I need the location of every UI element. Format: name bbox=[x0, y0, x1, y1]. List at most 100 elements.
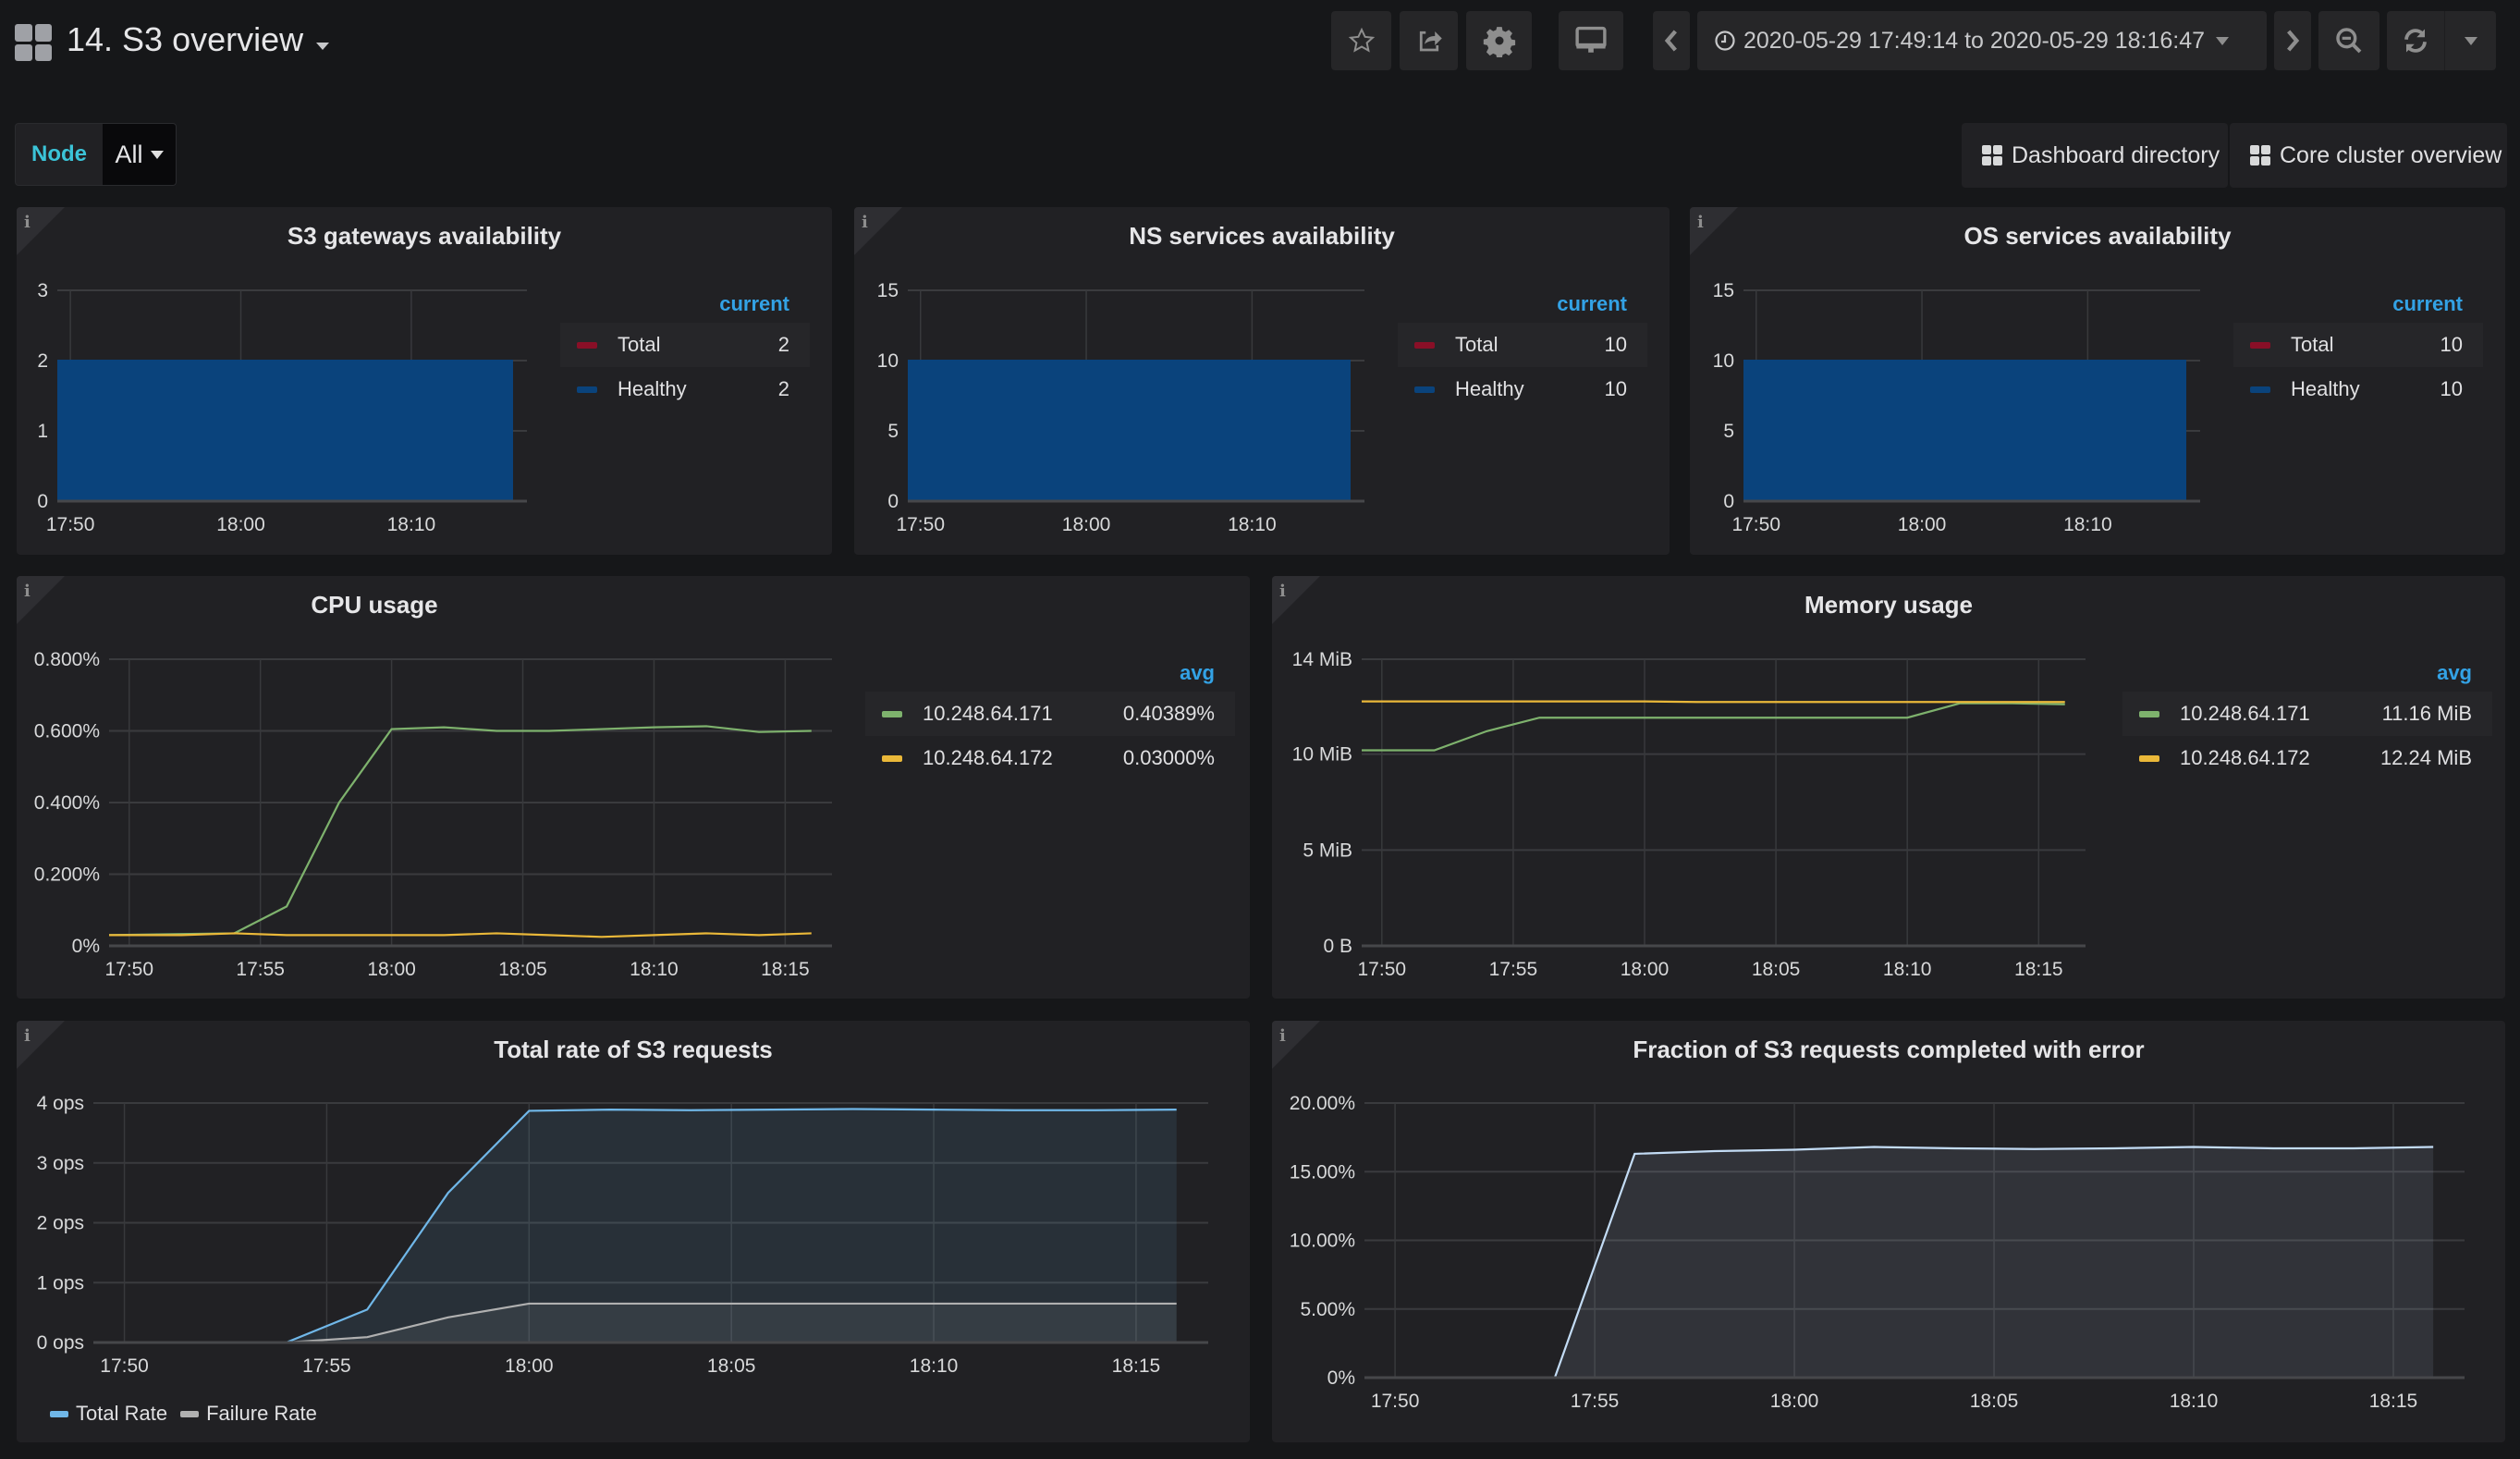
refresh-interval-dropdown[interactable] bbox=[2445, 11, 2496, 70]
node-variable-select[interactable]: All bbox=[103, 124, 176, 185]
dashboard-directory-link[interactable]: Dashboard directory bbox=[1962, 123, 2228, 188]
node-variable-value: All bbox=[115, 140, 143, 168]
time-shift-back-button[interactable] bbox=[1653, 11, 1690, 70]
x-tick-label: 18:10 bbox=[910, 1355, 959, 1377]
gear-icon bbox=[1483, 27, 1515, 57]
x-tick-label: 18:00 bbox=[1621, 959, 1670, 980]
series-line bbox=[109, 932, 812, 938]
y-tick-label: 3 bbox=[37, 280, 48, 301]
y-tick-label: 0.600% bbox=[34, 721, 100, 742]
time-shift-forward-button[interactable] bbox=[2274, 11, 2311, 70]
panel-memory-usage: i Memory usage 0 B5 MiB 10 MiB 14 MiB 17:50… bbox=[1272, 576, 2505, 999]
chevron-right-icon bbox=[2287, 30, 2300, 52]
legend-item-healthy[interactable]: Healthy 10 bbox=[2233, 367, 2483, 411]
series-line bbox=[1362, 700, 2065, 704]
legend-swatch bbox=[2250, 386, 2270, 393]
legend-swatch bbox=[577, 386, 597, 393]
x-tick-label: 17:50 bbox=[104, 959, 153, 980]
legend-swatch bbox=[180, 1410, 200, 1417]
y-tick-label: 5 bbox=[887, 421, 899, 442]
cpu-usage-chart[interactable]: 0% 0.200% 0.400% 0.600% 0.800% 17:50 17:55 18:0… bbox=[17, 576, 1250, 999]
x-tick-label: 18:00 bbox=[1898, 514, 1947, 535]
legend-swatch bbox=[2139, 754, 2159, 762]
x-tick-label: 18:00 bbox=[367, 959, 416, 980]
page-title[interactable]: 14. S3 overview bbox=[67, 20, 303, 59]
tv-mode-button[interactable] bbox=[1559, 11, 1623, 70]
series-area-healthy bbox=[1743, 361, 2186, 501]
zoom-out-button[interactable] bbox=[2318, 11, 2379, 70]
series-fill bbox=[1364, 1146, 2434, 1378]
star-icon bbox=[1348, 27, 1375, 53]
legend-item-total[interactable]: Total 2 bbox=[560, 323, 810, 367]
legend-item-host-172[interactable]: 10.248.64.172 0.03000% bbox=[865, 736, 1235, 780]
y-tick-label: 10 bbox=[1713, 350, 1734, 372]
time-range-text: 2020-05-29 17:49:14 to 2020-05-29 18:16:… bbox=[1743, 27, 2206, 54]
x-tick-label: 17:50 bbox=[896, 514, 945, 535]
settings-button[interactable] bbox=[1466, 11, 1532, 70]
x-tick-label: 18:05 bbox=[498, 959, 547, 980]
caret-down-icon bbox=[150, 150, 164, 159]
x-tick-label: 17:55 bbox=[1571, 1391, 1620, 1412]
legend-item-total-rate[interactable]: Total Rate bbox=[50, 1402, 167, 1426]
x-tick-label: 18:00 bbox=[505, 1355, 554, 1377]
x-tick-label: 18:00 bbox=[1770, 1391, 1819, 1412]
share-dashboard-button[interactable] bbox=[1400, 11, 1458, 70]
core-cluster-overview-label: Core cluster overview bbox=[2280, 141, 2502, 168]
y-tick-label: 15 bbox=[877, 280, 899, 301]
legend-item-host-172[interactable]: 10.248.64.172 12.24 MiB bbox=[2122, 736, 2492, 780]
y-tick-label: 5 MiB bbox=[1303, 840, 1352, 861]
x-tick-label: 18:05 bbox=[707, 1355, 756, 1377]
legend-item-total[interactable]: Total 10 bbox=[2233, 323, 2483, 367]
y-tick-label: 0% bbox=[1327, 1367, 1355, 1389]
s3-error-fraction-chart[interactable]: 0% 5.00% 10.00% 15.00% 20.00% 17:50 17:55 18:00… bbox=[1272, 1021, 2505, 1442]
legend-swatch bbox=[577, 341, 597, 349]
legend: avg 10.248.64.171 11.16 MiB 10.248.64.172… bbox=[2122, 655, 2492, 780]
title-dropdown-caret-icon[interactable] bbox=[316, 43, 329, 50]
x-tick-label: 18:05 bbox=[1970, 1391, 2019, 1412]
y-tick-label: 10.00% bbox=[1290, 1231, 1355, 1252]
x-tick-label: 17:55 bbox=[302, 1355, 351, 1377]
dashboard-grid-icon[interactable] bbox=[15, 24, 52, 61]
x-tick-label: 18:10 bbox=[387, 514, 436, 535]
y-tick-label: 0 B bbox=[1323, 936, 1352, 957]
y-tick-label: 3 ops bbox=[37, 1153, 84, 1174]
y-tick-label: 0 ops bbox=[37, 1332, 84, 1354]
x-tick-label: 18:15 bbox=[2014, 959, 2063, 980]
x-tick-label: 18:00 bbox=[216, 514, 265, 535]
memory-usage-chart[interactable]: 0 B 5 MiB 10 MiB 14 MiB 17:50 17:55 18:00 18:05… bbox=[1272, 576, 2505, 999]
legend-item-host-171[interactable]: 10.248.64.171 11.16 MiB bbox=[2122, 692, 2492, 736]
legend-item-total[interactable]: Total 10 bbox=[1398, 323, 1647, 367]
legend-item-healthy[interactable]: Healthy 2 bbox=[560, 367, 810, 411]
star-dashboard-button[interactable] bbox=[1331, 11, 1391, 70]
s3-request-rate-chart[interactable]: 0 ops 1 ops 2 ops 3 ops 4 ops 17:50 17:55 18:00… bbox=[17, 1021, 1250, 1442]
legend-swatch bbox=[882, 754, 902, 762]
apps-icon bbox=[2250, 145, 2270, 166]
legend: current Total 10 Healthy 10 bbox=[2233, 286, 2483, 411]
share-icon bbox=[1419, 31, 1442, 52]
y-tick-label: 0% bbox=[72, 936, 100, 957]
x-tick-label: 17:50 bbox=[1731, 514, 1780, 535]
time-range-caret-icon bbox=[2216, 36, 2230, 45]
x-tick-label: 18:10 bbox=[2063, 514, 2112, 535]
core-cluster-overview-link[interactable]: Core cluster overview bbox=[2230, 123, 2507, 188]
x-tick-label: 17:50 bbox=[1358, 959, 1407, 980]
panel-s3-error-fraction: i Fraction of S3 requests completed with… bbox=[1272, 1021, 2505, 1442]
legend-item-host-171[interactable]: 10.248.64.171 0.40389% bbox=[865, 692, 1235, 736]
x-tick-label: 17:55 bbox=[1489, 959, 1538, 980]
legend: avg 10.248.64.171 0.40389% 10.248.64.172 0… bbox=[865, 655, 1235, 780]
x-tick-label: 18:05 bbox=[1752, 959, 1801, 980]
legend-swatch bbox=[2250, 341, 2270, 349]
y-tick-label: 15.00% bbox=[1290, 1161, 1355, 1183]
time-range-picker[interactable]: 2020-05-29 17:49:14 to 2020-05-29 18:16:… bbox=[1697, 11, 2267, 70]
legend-item-failure-rate[interactable]: Failure Rate bbox=[180, 1402, 317, 1426]
series-fill bbox=[93, 1303, 1177, 1343]
refresh-button[interactable] bbox=[2387, 11, 2445, 70]
legend-item-healthy[interactable]: Healthy 10 bbox=[1398, 367, 1647, 411]
clock-icon bbox=[1715, 31, 1735, 51]
x-tick-label: 18:10 bbox=[1883, 959, 1932, 980]
node-variable-label: Node bbox=[31, 141, 87, 166]
legend-swatch bbox=[882, 710, 902, 717]
chevron-left-icon bbox=[1664, 30, 1677, 52]
y-tick-label: 0 bbox=[887, 491, 899, 512]
y-tick-label: 2 bbox=[37, 350, 48, 372]
